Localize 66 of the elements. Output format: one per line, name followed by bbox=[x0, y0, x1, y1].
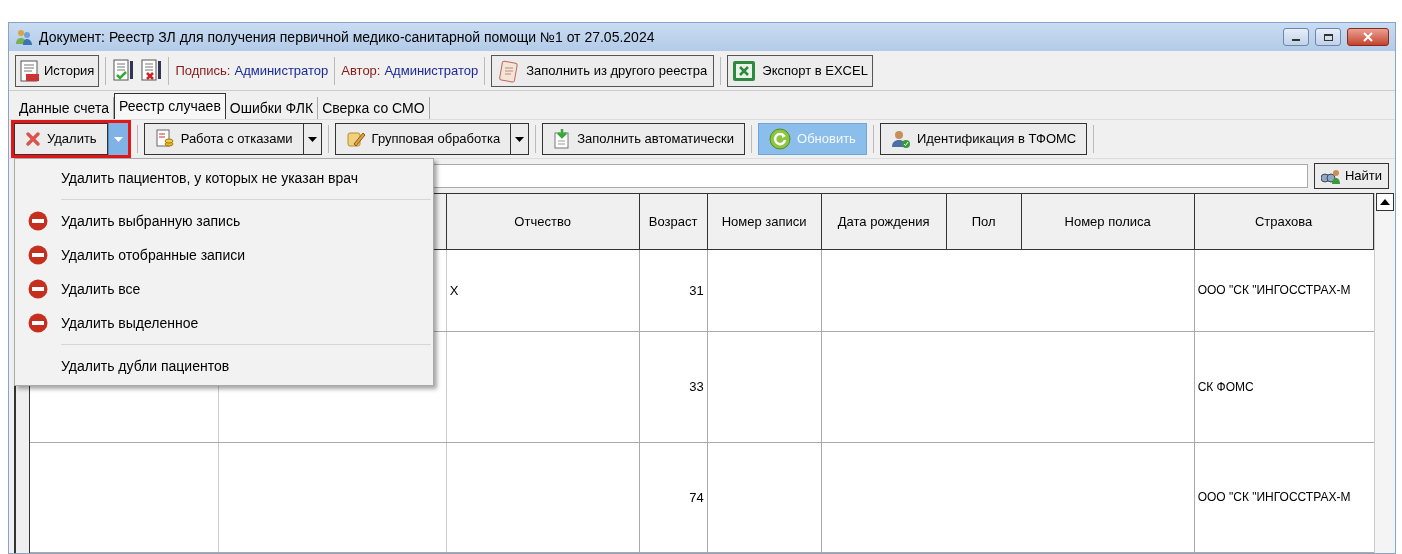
toolbar-button[interactable]: Групповая обработка bbox=[334, 123, 512, 155]
document-coins-icon bbox=[154, 129, 175, 149]
table-cell-text: 31 bbox=[689, 281, 704, 300]
column-header[interactable]: Страхова bbox=[1194, 194, 1374, 249]
column-header[interactable]: Номер записи bbox=[707, 194, 822, 249]
caret-icon bbox=[307, 136, 317, 142]
toolbar-button[interactable]: Заполнить автоматически bbox=[542, 123, 745, 155]
column-header[interactable]: Возраст bbox=[639, 194, 708, 249]
dropdown-button[interactable] bbox=[107, 123, 128, 155]
pencil-icon bbox=[345, 130, 366, 148]
menu-item[interactable]: Удалить выбранную запись bbox=[15, 204, 433, 238]
spreadsheet-icon bbox=[732, 59, 757, 82]
close-button[interactable] bbox=[1347, 28, 1389, 46]
find-button[interactable]: Найти bbox=[1313, 163, 1389, 189]
maximize-button[interactable] bbox=[1315, 28, 1341, 46]
table-cell-text: 74 bbox=[689, 488, 704, 507]
people-icon bbox=[15, 28, 33, 46]
clipboard-icon bbox=[498, 58, 521, 83]
menu-item[interactable]: Удалить пациентов, у которых не указан врач bbox=[15, 161, 433, 195]
no-entry-icon bbox=[28, 313, 48, 333]
toolbar-button[interactable]: Работа с отказами bbox=[143, 123, 304, 155]
log-document-icon bbox=[20, 59, 40, 82]
close-icon bbox=[25, 131, 41, 147]
menu-item[interactable]: Удалить все bbox=[15, 272, 433, 306]
tab[interactable]: Данные счета bbox=[15, 97, 114, 119]
signature-label: Подпись: bbox=[175, 61, 231, 80]
export-excel-button[interactable]: Экспорт в EXCEL bbox=[727, 54, 873, 87]
tab[interactable]: Реестр случаев bbox=[113, 93, 226, 119]
no-entry-icon bbox=[28, 245, 48, 265]
column-header[interactable]: Отчество bbox=[446, 194, 640, 249]
document-cross-icon[interactable] bbox=[140, 58, 163, 83]
no-entry-icon bbox=[28, 211, 48, 231]
tab[interactable]: Сверка со СМО bbox=[318, 97, 430, 119]
refresh-icon bbox=[769, 128, 791, 150]
toolbar-button[interactable]: Удалить bbox=[14, 123, 108, 155]
column-header[interactable]: Дата рождения bbox=[821, 194, 947, 249]
caret-icon bbox=[113, 136, 123, 142]
menu-item[interactable]: Удалить выделенное bbox=[15, 306, 433, 340]
table-cell-text: СК ФОМС bbox=[1197, 378, 1254, 396]
document-download-icon bbox=[553, 129, 572, 149]
signature-value: Администратор bbox=[234, 61, 329, 80]
scroll-up-icon[interactable] bbox=[1375, 193, 1394, 211]
user-check-icon bbox=[890, 129, 911, 149]
author-value: Администратор bbox=[384, 61, 479, 80]
minimize-button[interactable] bbox=[1283, 28, 1309, 46]
column-header[interactable]: Пол bbox=[946, 194, 1022, 249]
caret-icon bbox=[515, 136, 525, 142]
scrollbar[interactable] bbox=[1373, 193, 1395, 553]
dropdown-button[interactable] bbox=[511, 123, 530, 155]
table-cell-text: ООО "СК "ИНГОССТРАХ-М bbox=[1197, 282, 1351, 300]
column-header[interactable]: Номер полиса bbox=[1021, 194, 1195, 249]
history-button[interactable]: История bbox=[15, 54, 100, 87]
menu-item[interactable]: Удалить дубли пациентов bbox=[15, 349, 433, 383]
fill-from-registry-button[interactable]: Заполнить из другого реестра bbox=[491, 54, 715, 87]
binoculars-user-icon bbox=[1320, 168, 1341, 184]
no-entry-icon bbox=[28, 279, 48, 299]
table-cell-text: Х bbox=[449, 281, 459, 300]
close-icon bbox=[1363, 32, 1373, 42]
table-cell-text: ООО "СК "ИНГОССТРАХ-М bbox=[1197, 489, 1351, 507]
checklist-icon[interactable] bbox=[112, 58, 135, 83]
menu-item[interactable]: Удалить отобранные записи bbox=[15, 238, 433, 272]
table-cell-text: 33 bbox=[689, 378, 704, 396]
window-title: Документ: Реестр ЗЛ для получения первичной медико-санитарной помощи №1 от 27.05.2024 bbox=[39, 27, 655, 47]
author-label: Автор: bbox=[341, 61, 381, 80]
toolbar-button[interactable]: Идентификация в ТФОМС bbox=[879, 123, 1088, 155]
tab[interactable]: Ошибки ФЛК bbox=[225, 97, 319, 119]
